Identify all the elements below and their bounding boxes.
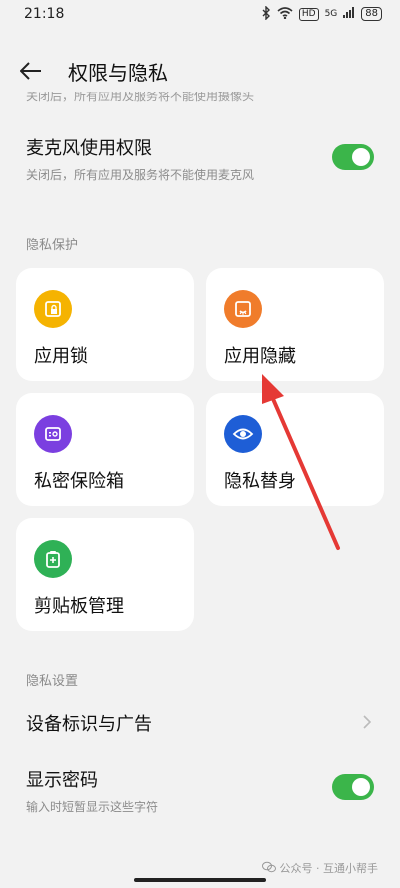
clipboard-label: 剪贴板管理 — [34, 596, 124, 617]
privacy-avatar-label: 隐私替身 — [224, 471, 296, 492]
wifi-icon — [277, 6, 293, 22]
show-password-subtitle: 输入时短暂显示这些字符 — [26, 800, 159, 814]
status-time: 21:18 — [24, 6, 65, 22]
watermark: 公众号 · 互通小帮手 — [261, 860, 379, 876]
hd-badge: HD — [298, 7, 319, 21]
status-bar: 21:18 HD 5G 88 — [0, 0, 400, 28]
device-id-ads-row[interactable]: 设备标识与广告 — [26, 710, 380, 740]
wechat-icon — [261, 861, 276, 876]
chevron-right-icon — [363, 715, 372, 729]
home-indicator[interactable] — [134, 878, 266, 882]
show-password-row[interactable]: 显示密码 输入时短暂显示这些字符 — [26, 766, 380, 822]
show-password-title: 显示密码 — [26, 770, 98, 791]
bluetooth-icon — [261, 4, 271, 23]
privacy-avatar-card[interactable]: 隐私替身 — [206, 393, 384, 506]
device-id-ads-title: 设备标识与广告 — [26, 714, 152, 735]
clipboard-icon — [34, 540, 72, 578]
app-hide-card[interactable]: 应用隐藏 — [206, 268, 384, 381]
private-safe-label: 私密保险箱 — [34, 471, 124, 492]
privacy-eye-icon — [224, 415, 262, 453]
clipboard-card[interactable]: 剪贴板管理 — [16, 518, 194, 631]
page-header: 权限与隐私 — [0, 50, 400, 92]
back-arrow-icon — [20, 62, 41, 80]
app-lock-icon — [34, 290, 72, 328]
app-lock-label: 应用锁 — [34, 346, 88, 367]
watermark-text: 公众号 · 互通小帮手 — [279, 862, 379, 875]
signal-bars-icon — [343, 7, 355, 21]
show-password-toggle[interactable] — [332, 774, 374, 800]
app-hide-label: 应用隐藏 — [224, 346, 296, 367]
privacy-protection-label: 隐私保护 — [26, 238, 79, 253]
battery-indicator: 88 — [361, 7, 382, 21]
status-icons: HD 5G 88 — [261, 4, 382, 23]
page-title: 权限与隐私 — [68, 60, 168, 85]
signal-label: 5G — [324, 9, 338, 19]
microphone-row-subtitle: 关闭后，所有应用及服务将不能使用麦克风 — [26, 168, 255, 182]
microphone-toggle[interactable] — [332, 144, 374, 170]
microphone-permission-row[interactable]: 麦克风使用权限 关闭后，所有应用及服务将不能使用麦克风 — [26, 134, 380, 190]
private-safe-card[interactable]: 私密保险箱 — [16, 393, 194, 506]
camera-row-subtitle: 关闭后，所有应用及服务将不能使用摄像头 — [26, 92, 255, 103]
microphone-row-title: 麦克风使用权限 — [26, 138, 152, 159]
privacy-settings-label: 隐私设置 — [26, 674, 79, 689]
app-lock-card[interactable]: 应用锁 — [16, 268, 194, 381]
back-button[interactable] — [20, 56, 50, 86]
private-safe-icon — [34, 415, 72, 453]
app-hide-icon — [224, 290, 262, 328]
